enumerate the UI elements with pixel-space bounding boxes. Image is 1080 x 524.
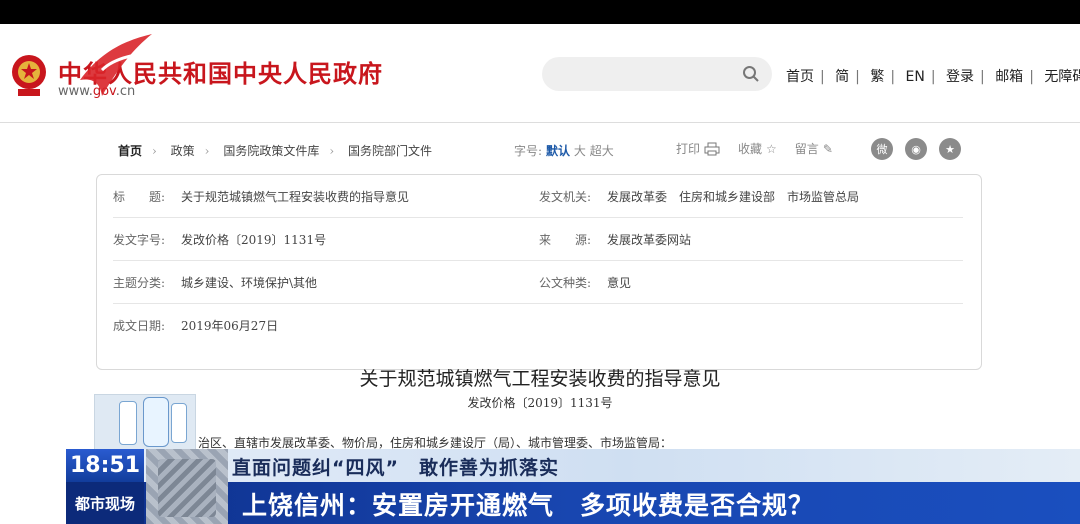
comment-label: 留言 [794, 142, 819, 156]
issuer-value: 发展改革委 住房和城乡建设部 市场监管总局 [607, 190, 860, 204]
metadata-row: 发文字号: 发改价格〔2019〕1131号 来 源: 发展改革委网站 [113, 218, 963, 261]
separator: | [1029, 69, 1034, 85]
document-heading: 关于规范城镇燃气工程安装收费的指导意见 [359, 368, 721, 390]
wechat-icon[interactable]: ◉ [905, 138, 927, 160]
site-header: 中华人民共和国中央人民政府 www.gov.cn 首页| 简| 繁| EN| 登… [0, 24, 1080, 124]
header-divider [0, 122, 1080, 123]
font-size-default[interactable]: 默认 [546, 144, 570, 158]
source-label: 来 源: [539, 233, 592, 247]
source-value: 发展改革委网站 [607, 233, 692, 247]
topic-value: 城乡建设、环境保护\其他 [181, 276, 318, 290]
docno-label: 发文字号: [113, 233, 166, 247]
link-accessibility[interactable]: 无障碍 [1044, 69, 1080, 85]
station-logo-watermark [80, 34, 152, 96]
bottle-image [143, 397, 169, 447]
font-size-xlarge[interactable]: 超大 [590, 144, 614, 158]
link-login[interactable]: 登录 [946, 69, 974, 85]
broadcast-clock: 18:51 [66, 449, 144, 482]
favorite-button[interactable]: 收藏 ☆ [738, 140, 777, 157]
separator: | [980, 69, 985, 85]
font-size-large[interactable]: 大 [574, 144, 586, 158]
separator: | [930, 69, 936, 85]
star-outline-icon: ☆ [766, 141, 777, 156]
metadata-row: 成文日期: 2019年06月27日 [113, 304, 963, 346]
print-button[interactable]: 打印 [676, 140, 720, 157]
date-value: 2019年06月27日 [181, 319, 279, 333]
blurred-thumbnail [146, 449, 228, 524]
link-simplified[interactable]: 简 [835, 69, 849, 85]
topic-label: 主题分类: [113, 276, 166, 290]
bottle-image [119, 401, 137, 445]
weibo-icon[interactable]: 微 [871, 138, 893, 160]
ticker-headline: 上饶信州：安置房开通燃气 多项收费是否合规？ [242, 491, 815, 520]
chevron-right-icon: › [152, 144, 157, 158]
printer-icon [704, 142, 720, 155]
breadcrumb-home[interactable]: 首页 [118, 144, 142, 158]
link-traditional[interactable]: 繁 [870, 69, 884, 85]
top-links: 首页 | 简 | 繁 | EN | 登录 | 邮箱 | 无障碍 [786, 66, 1080, 86]
share-icons: 微 ◉ ★ [871, 138, 961, 160]
date-label: 成文日期: [113, 319, 166, 333]
search-box[interactable] [542, 57, 772, 91]
separator: | [890, 69, 896, 85]
water-bottle-ad [94, 394, 196, 450]
favorite-label: 收藏 [738, 142, 763, 156]
title-label: 标 题: [113, 190, 166, 204]
separator: | [855, 69, 860, 85]
docno-value: 发改价格〔2019〕1131号 [181, 233, 327, 247]
metadata-row: 标 题: 关于规范城镇燃气工程安装收费的指导意见 发文机关: 发展改革委 住房和… [113, 175, 963, 218]
link-mail[interactable]: 邮箱 [995, 69, 1023, 85]
national-emblem-icon [12, 55, 46, 96]
search-icon[interactable] [742, 65, 760, 83]
document-metadata-table: 标 题: 关于规范城镇燃气工程安装收费的指导意见 发文机关: 发展改革委 住房和… [96, 174, 982, 370]
metadata-row: 主题分类: 城乡建设、环境保护\其他 公文种类: 意见 [113, 261, 963, 304]
breadcrumb-policy[interactable]: 政策 [171, 144, 195, 158]
print-label: 打印 [676, 142, 701, 156]
star-icon[interactable]: ★ [939, 138, 961, 160]
comment-button[interactable]: 留言 ✎ [795, 140, 833, 157]
bottle-image [171, 403, 187, 443]
separator: | [820, 69, 825, 85]
chevron-right-icon: › [204, 144, 210, 158]
page-tools: 打印 收藏 ☆ 留言 ✎ [676, 140, 845, 157]
toolbar: 首页 › 政策 › 国务院政策文件库 › 国务院部门文件 字号: 默认 大 超大 打印 … [0, 128, 1080, 168]
font-size-selector: 字号: 默认 大 超大 [514, 142, 614, 159]
link-home[interactable]: 首页 [786, 69, 814, 85]
link-english[interactable]: EN [906, 69, 925, 85]
pencil-icon: ✎ [822, 141, 833, 156]
title-value: 关于规范城镇燃气工程安装收费的指导意见 [181, 190, 410, 204]
breadcrumb: 首页 › 政策 › 国务院政策文件库 › 国务院部门文件 [118, 142, 432, 159]
font-size-label: 字号: [514, 144, 543, 158]
ticker-subtitle: 直面问题纠“四风” 敢作善为抓落实 [232, 457, 559, 479]
breadcrumb-department-docs[interactable]: 国务院部门文件 [348, 144, 432, 158]
breadcrumb-policy-library[interactable]: 国务院政策文件库 [223, 144, 319, 158]
chevron-right-icon: › [329, 144, 335, 158]
doctype-value: 意见 [607, 276, 632, 290]
doctype-label: 公文种类: [539, 276, 592, 290]
program-logo: 都市现场 [66, 482, 144, 524]
issuer-label: 发文机关: [539, 190, 592, 204]
